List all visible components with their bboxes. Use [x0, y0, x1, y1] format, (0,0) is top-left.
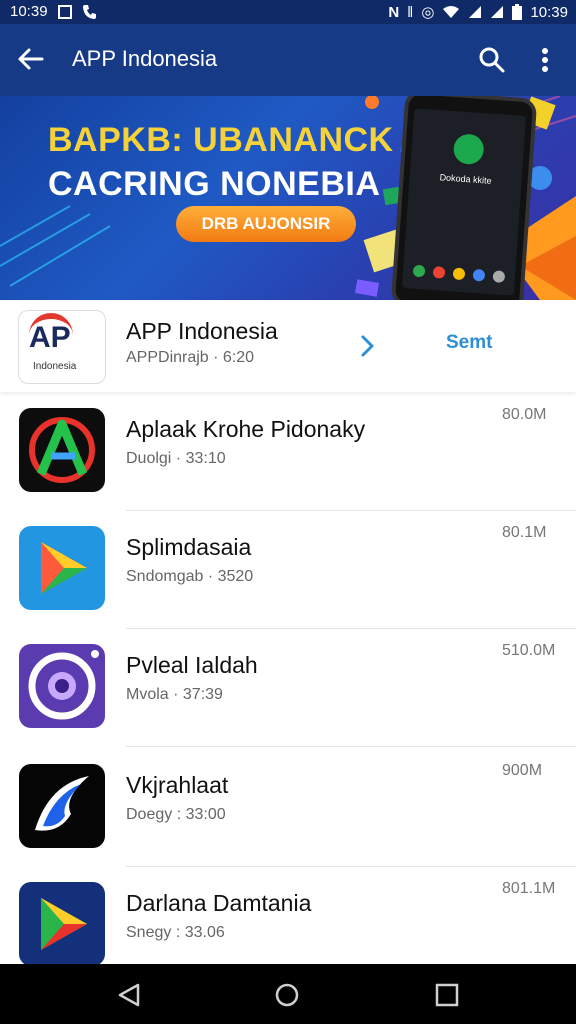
banner-headline-line1b: UBANANCK	[193, 121, 394, 159]
app-name: Vkjrahlaat	[126, 772, 229, 798]
featured-app-card[interactable]: AP Indonesia APP Indonesia APPDinrajb · …	[0, 300, 576, 392]
banner-cta-button[interactable]: DRB AUJONSIR	[176, 206, 356, 242]
more-options-icon[interactable]	[538, 46, 552, 74]
system-nav-bar	[0, 964, 576, 1024]
list-item[interactable]: Pvleal Ialdah Mvola · 37:39 510.0M	[0, 630, 576, 746]
logo-text: AP	[29, 321, 71, 354]
signal-icon	[491, 6, 504, 18]
app-name: Darlana Damtania	[126, 890, 312, 916]
phone-dock-icons	[413, 265, 505, 283]
status-left: 10:39	[10, 3, 98, 20]
phone-screen: Dokoda kkite	[401, 108, 527, 296]
camera-lens-icon	[28, 650, 99, 720]
status-right: N ‖ ◎ 10:39	[388, 3, 568, 22]
app-icon	[19, 408, 105, 492]
alarm-icon: ◎	[421, 4, 435, 21]
phone-illustration: Dokoda kkite	[390, 96, 538, 300]
app-subtitle: Sndomgab · 3520	[126, 568, 254, 585]
banner-headline-line1a: BAPKB:	[48, 121, 194, 159]
divider	[126, 866, 576, 867]
app-name: Splimdasaia	[126, 534, 252, 560]
play-store-icon	[41, 542, 87, 594]
banner-headline-line2: CACRING NONEBIA	[48, 165, 381, 203]
wifi-icon	[443, 6, 460, 18]
status-time-left: 10:39	[10, 3, 48, 20]
phone-screen-text: Dokoda kkite	[439, 172, 492, 186]
recents-nav-icon[interactable]	[434, 982, 460, 1008]
featured-app-name: APP Indonesia	[126, 318, 278, 344]
app-icon	[19, 764, 105, 848]
search-icon[interactable]	[478, 46, 506, 74]
divider	[126, 746, 576, 747]
back-arrow-icon[interactable]	[16, 44, 46, 74]
app-name: Aplaak Krohe Pidonaky	[126, 416, 366, 442]
list-item[interactable]: Vkjrahlaat Doegy : 33:00 900M	[0, 750, 576, 866]
nfc-icon: N	[388, 3, 400, 21]
app-name: Pvleal Ialdah	[126, 652, 258, 678]
app-subtitle: Mvola · 37:39	[126, 686, 223, 703]
chevron-right-icon[interactable]	[358, 334, 378, 358]
app-size: 801.1M	[502, 880, 556, 897]
featured-app-logo: AP Indonesia	[18, 310, 106, 384]
app-subtitle: Doegy : 33:00	[126, 806, 226, 823]
list-item[interactable]: Splimdasaia Sndomgab · 3520 80.1M	[0, 512, 576, 628]
logo-caption: Indonesia	[33, 361, 77, 372]
vibrate-icon: ‖	[407, 3, 414, 21]
app-icon	[19, 526, 105, 610]
back-nav-icon[interactable]	[116, 982, 142, 1008]
app-subtitle: Duolgi · 33:10	[126, 450, 226, 467]
letter-a-icon	[29, 417, 95, 483]
signal-icon	[469, 6, 482, 18]
banner-headline: BAPKB: UBANANCK CACRING NONEBIA	[48, 118, 408, 206]
app-logo-icon	[452, 133, 485, 166]
featured-action-button[interactable]: Semt	[446, 332, 492, 354]
swoosh-icon	[35, 776, 89, 831]
app-size: 510.0M	[502, 642, 556, 659]
home-nav-icon[interactable]	[274, 982, 300, 1008]
status-bar: 10:39 N ‖ ◎ 10:39	[0, 0, 576, 24]
app-icon	[19, 644, 105, 728]
app-subtitle: Snegy : 33.06	[126, 924, 225, 941]
phone-icon	[82, 4, 96, 19]
notification-icon	[57, 4, 72, 19]
app-icon	[19, 882, 105, 966]
app-bar-title: APP Indonesia	[72, 46, 218, 71]
divider	[126, 510, 576, 511]
app-size: 80.1M	[502, 524, 547, 541]
list-item[interactable]: Aplaak Krohe Pidonaky Duolgi · 33:10 80.…	[0, 394, 576, 510]
play-store-icon	[41, 898, 87, 950]
divider	[126, 628, 576, 629]
app-bar: APP Indonesia	[0, 24, 576, 96]
app-size: 80.0M	[502, 406, 547, 423]
status-time-right: 10:39	[530, 3, 568, 21]
battery-icon	[512, 4, 523, 20]
app-size: 900M	[502, 762, 543, 779]
promo-banner[interactable]: BAPKB: UBANANCK CACRING NONEBIA DRB AUJO…	[0, 96, 576, 300]
featured-app-subtitle: APPDinrajb · 6:20	[126, 349, 255, 366]
